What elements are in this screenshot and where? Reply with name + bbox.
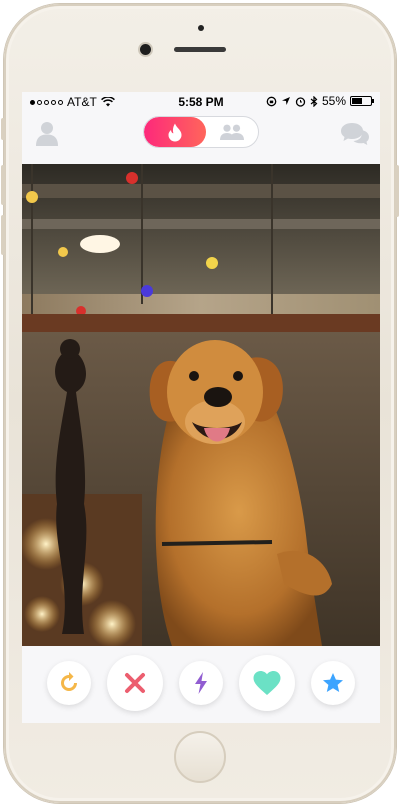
person-icon	[36, 122, 58, 146]
action-bar	[22, 650, 380, 714]
home-button[interactable]	[174, 731, 226, 783]
lightning-icon	[195, 672, 207, 694]
volume-down-button	[1, 215, 5, 255]
star-icon	[323, 673, 343, 692]
super-like-button[interactable]	[311, 661, 355, 705]
group-icon	[220, 124, 244, 140]
profile-card-photo[interactable]	[22, 164, 380, 646]
heart-icon	[253, 671, 281, 695]
rewind-button[interactable]	[47, 661, 91, 705]
flame-icon	[168, 123, 182, 141]
tab-group[interactable]	[206, 117, 258, 147]
earpiece-speaker	[174, 47, 226, 52]
status-bar: AT&T 5:58 PM 55%	[22, 92, 380, 112]
messages-button[interactable]	[340, 120, 370, 146]
battery-icon	[350, 96, 374, 106]
mode-toggle[interactable]	[143, 116, 259, 148]
boost-button[interactable]	[179, 661, 223, 705]
front-camera	[140, 44, 151, 55]
dog-photo	[22, 164, 380, 646]
alarm-icon	[295, 96, 306, 107]
volume-up-button	[1, 165, 5, 205]
proximity-sensor	[198, 25, 204, 31]
rewind-icon	[61, 672, 77, 691]
location-icon	[281, 97, 290, 105]
silent-switch	[1, 118, 5, 140]
nope-button[interactable]	[107, 655, 163, 711]
status-right: 55%	[266, 94, 374, 108]
chat-bubbles-icon	[341, 123, 369, 145]
app-screen: AT&T 5:58 PM 55%	[22, 92, 380, 723]
battery-percent: 55%	[321, 94, 346, 108]
bluetooth-icon	[310, 95, 318, 107]
like-button[interactable]	[239, 655, 295, 711]
rotation-lock-icon	[266, 96, 277, 106]
tab-swipe[interactable]	[144, 117, 206, 147]
x-icon	[125, 673, 145, 693]
power-button	[395, 165, 399, 217]
top-nav	[22, 112, 380, 158]
profile-button[interactable]	[34, 120, 60, 146]
